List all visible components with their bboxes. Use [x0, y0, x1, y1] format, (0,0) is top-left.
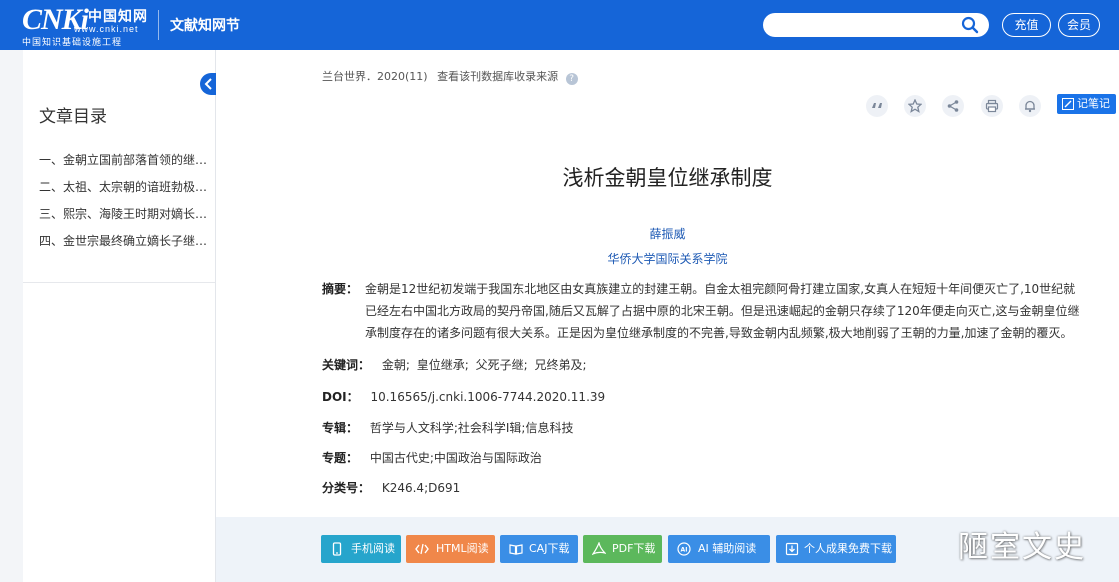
toc-title: 文章目录 [39, 107, 107, 127]
toc-sidebar: 文章目录 一、金朝立国前部落首领的继承制度 二、太祖、太宗朝的谙班勃极烈制度 三… [23, 50, 216, 582]
search-box [763, 13, 989, 37]
doi-label: DOI： [322, 390, 359, 404]
toc-item[interactable]: 一、金朝立国前部落首领的继承制度 [39, 151, 209, 178]
toc-item[interactable]: 二、太祖、太宗朝的谙班勃极烈制度 [39, 178, 209, 205]
share-icon [947, 100, 959, 112]
html-read-label: HTML阅读 [436, 542, 489, 555]
pencil-icon [1062, 98, 1074, 110]
keyword-link[interactable]: 父死子继; [476, 358, 528, 372]
bell-icon [1025, 100, 1035, 113]
phone-icon [332, 542, 342, 556]
header-divider [158, 10, 159, 40]
author-link: 薛振威 [216, 225, 1119, 242]
keywords-row: 关键词： 金朝; 皇位继承; 父死子继; 兄终弟及; [322, 356, 590, 373]
doi-value: 10.16565/j.cnki.1006-7744.2020.11.39 [370, 390, 606, 404]
subscribe-button[interactable] [1019, 95, 1041, 117]
journal-issue-link[interactable]: 兰台世界．2020(11) [322, 70, 428, 83]
abstract-line: 承制度存在的诸多问题有很大关系。正是因为皇位继承制度的不完善,导致金朝内乱频繁,… [365, 326, 1073, 340]
search-input[interactable] [775, 16, 955, 34]
share-button[interactable] [942, 95, 964, 117]
toc-item[interactable]: 三、熙宗、海陵王时期对嫡长子继承制的确立 [39, 205, 209, 232]
classification-label: 分类号： [322, 481, 371, 495]
abstract-label: 摘要： [322, 282, 359, 296]
pdf-download-button[interactable]: PDF下载 [583, 535, 662, 563]
ai-read-label: AI 辅助阅读 [698, 542, 757, 555]
doi-row: DOI： 10.16565/j.cnki.1006-7744.2020.11.3… [322, 388, 605, 405]
site-name[interactable]: 文献知网节 [170, 15, 240, 35]
db-source-link[interactable]: 查看该刊数据库收录来源 [437, 70, 558, 83]
quote-button[interactable] [866, 95, 888, 117]
cnki-logo[interactable]: CNKi 中国知网 www.cnki.net 中国知识基础设施工程 [22, 4, 150, 49]
svg-text:AI: AI [681, 547, 688, 554]
abstract-line: 金朝是12世纪初发端于我国东北地区由女真族建立的封建王朝。自金太祖完颜阿骨打建立… [365, 282, 1076, 296]
topic-label: 专题： [322, 451, 359, 465]
pdf-download-label: PDF下载 [612, 542, 656, 555]
print-button[interactable] [981, 95, 1003, 117]
toc-divider [23, 282, 215, 283]
ai-read-button[interactable]: AI AI 辅助阅读 [668, 535, 770, 563]
take-note-label: 记笔记 [1077, 97, 1110, 110]
topic-row: 专题： 中国古代史;中国政治与国际政治 [322, 449, 542, 466]
top-header: CNKi 中国知网 www.cnki.net 中国知识基础设施工程 文献知网节 … [0, 0, 1119, 50]
affiliation: 华侨大学国际关系学院 [216, 250, 1119, 267]
search-icon[interactable] [961, 16, 979, 34]
printer-icon [985, 99, 999, 113]
mobile-read-label: 手机阅读 [351, 542, 395, 555]
affiliation-link[interactable]: 华侨大学国际关系学院 [607, 252, 727, 266]
watermark-text: 陋室文史 [958, 530, 1086, 565]
topic-value: 中国古代史;中国政治与国际政治 [369, 451, 542, 465]
classification-value: K246.4;D691 [381, 481, 461, 495]
code-icon [415, 543, 429, 555]
logo-chinese-name: 中国知网 [88, 9, 148, 25]
journal-source: 兰台世界．2020(11) 查看该刊数据库收录来源 ? [322, 68, 578, 85]
caj-download-label: CAJ下载 [529, 542, 570, 555]
quote-icon [872, 103, 882, 108]
logo-subtitle: 中国知识基础设施工程 [22, 38, 123, 48]
toc-list: 一、金朝立国前部落首领的继承制度 二、太祖、太宗朝的谙班勃极烈制度 三、熙宗、海… [39, 151, 209, 259]
series-label: 专辑： [322, 421, 359, 435]
classification-row: 分类号： K246.4;D691 [322, 479, 460, 496]
abstract-line: 已经左右中国北方政局的契丹帝国,随后又瓦解了占据中原的北宋王朝。但是迅速崛起的金… [365, 304, 1080, 318]
keyword-link[interactable]: 金朝; [382, 358, 410, 372]
star-icon [908, 99, 922, 113]
series-value: 哲学与人文科学;社会科学Ⅰ辑;信息科技 [369, 421, 574, 435]
book-icon [509, 544, 523, 555]
help-icon[interactable]: ? [565, 73, 578, 85]
series-row: 专辑： 哲学与人文科学;社会科学Ⅰ辑;信息科技 [322, 419, 573, 436]
article-panel: 兰台世界．2020(11) 查看该刊数据库收录来源 ? 记笔记 浅析金朝皇位继承… [216, 50, 1119, 517]
keywords-label: 关键词： [322, 358, 371, 372]
author-name[interactable]: 薛振威 [649, 227, 685, 241]
keyword-link[interactable]: 皇位继承; [417, 358, 469, 372]
personal-download-button[interactable]: 个人成果免费下载 [776, 535, 896, 563]
favorite-button[interactable] [904, 95, 926, 117]
logo-url: www.cnki.net [74, 24, 139, 34]
personal-download-label: 个人成果免费下载 [804, 542, 892, 555]
keyword-link[interactable]: 兄终弟及; [534, 358, 586, 372]
download-icon [785, 542, 799, 556]
toc-item[interactable]: 四、金世宗最终确立嫡长子继承制 [39, 232, 209, 259]
member-button[interactable]: 会员 [1058, 13, 1100, 37]
pdf-icon [592, 542, 606, 556]
article-title: 浅析金朝皇位继承制度 [562, 166, 773, 190]
html-read-button[interactable]: HTML阅读 [406, 535, 495, 563]
ai-icon: AI [677, 542, 691, 556]
abstract-text: 金朝是12世纪初发端于我国东北地区由女真族建立的封建王朝。自金太祖完颜阿骨打建立… [365, 278, 1117, 344]
mobile-read-button[interactable]: 手机阅读 [321, 535, 401, 563]
caj-download-button[interactable]: CAJ下载 [500, 535, 578, 563]
recharge-button[interactable]: 充值 [1002, 13, 1051, 37]
take-note-button[interactable]: 记笔记 [1057, 94, 1116, 114]
